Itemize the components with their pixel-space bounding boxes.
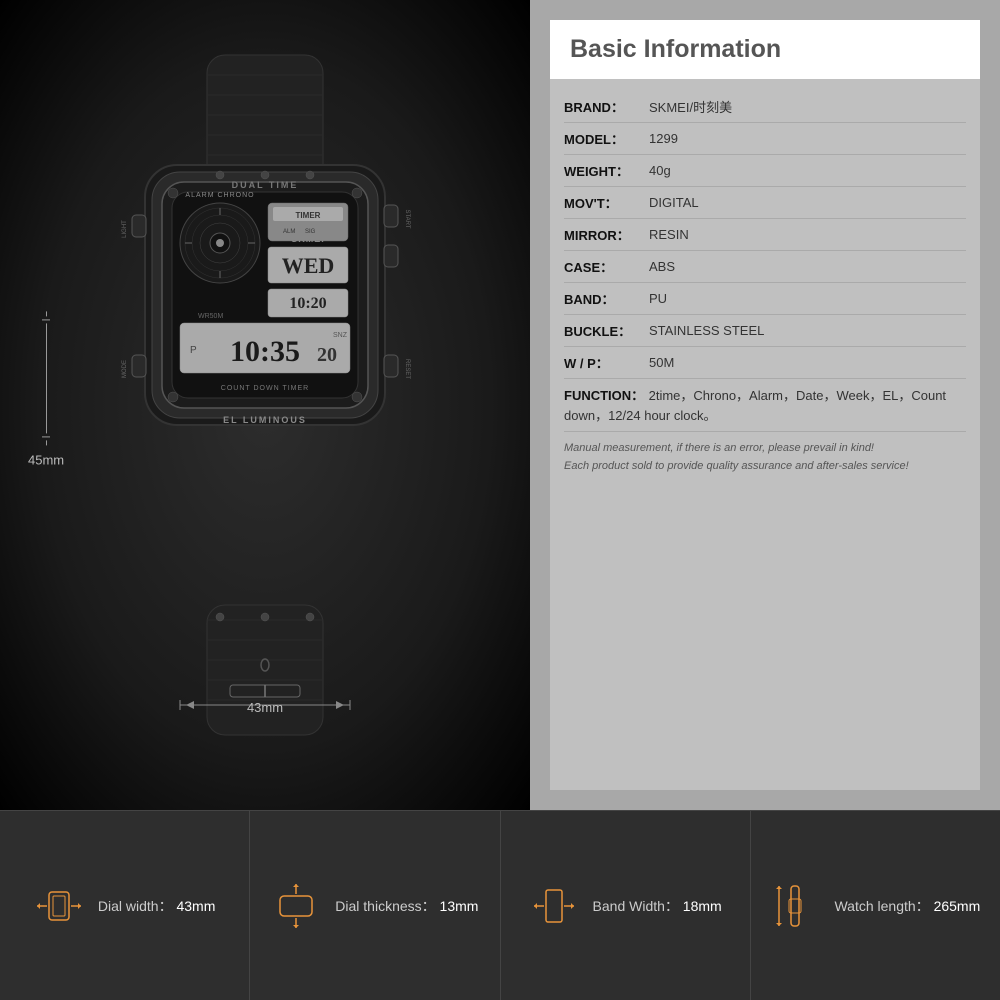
- dial-width-value: 43mm: [176, 898, 215, 914]
- function-row: FUNCTION： 2time，Chrono，Alarm，Date，Week，E…: [564, 379, 966, 432]
- svg-text:START: START: [404, 209, 410, 228]
- buckle-row: BUCKLE： STAINLESS STEEL: [564, 315, 966, 347]
- dial-thickness-label: Dial thickness：: [335, 898, 435, 914]
- note-line2: Each product sold to provide quality ass…: [564, 458, 966, 476]
- band-width-text: Band Width： 18mm: [593, 896, 722, 916]
- spec-dial-width: Dial width： 43mm: [0, 811, 250, 1000]
- band-value: PU: [649, 291, 667, 306]
- main-area: 45mm: [0, 0, 1000, 810]
- watch-length-label: Watch length：: [834, 898, 929, 914]
- spec-watch-length: Watch length： 265mm: [751, 811, 1000, 1000]
- info-rows: BRAND： SKMEI/时刻美 MODEL： 1299 WEIGHT： 40g…: [550, 91, 980, 790]
- wp-value: 50M: [649, 355, 674, 370]
- function-label: FUNCTION：: [564, 388, 644, 403]
- brand-row: BRAND： SKMEI/时刻美: [564, 91, 966, 123]
- band-width-value: 18mm: [683, 898, 722, 914]
- note-line1: Manual measurement, if there is an error…: [564, 440, 966, 458]
- svg-text:WR50M: WR50M: [198, 313, 223, 320]
- watch-length-value: 265mm: [934, 898, 981, 914]
- watch-illustration: TIMER ALM SIG WED 10:20 P 10:35: [90, 45, 440, 725]
- svg-text:EL LUMINOUS: EL LUMINOUS: [223, 415, 307, 425]
- wp-label: W / P：: [564, 353, 649, 372]
- brand-value: SKMEI/时刻美: [649, 97, 732, 116]
- page-container: 45mm: [0, 0, 1000, 1000]
- band-row: BAND： PU: [564, 283, 966, 315]
- dial-width-text: Dial width： 43mm: [98, 896, 216, 916]
- svg-text:20: 20: [317, 344, 337, 366]
- width-label: 43mm: [247, 700, 283, 715]
- wp-row: W / P： 50M: [564, 347, 966, 379]
- svg-text:RESET: RESET: [404, 359, 410, 379]
- height-dimension: 45mm: [28, 311, 64, 467]
- svg-text:SNZ: SNZ: [333, 332, 348, 339]
- height-label: 45mm: [28, 452, 64, 467]
- weight-value: 40g: [649, 163, 671, 178]
- svg-text:TIMER: TIMER: [296, 211, 321, 220]
- info-section: Basic Information BRAND： SKMEI/时刻美 MODEL…: [530, 0, 1000, 810]
- case-value: ABS: [649, 259, 675, 274]
- weight-label: WEIGHT：: [564, 161, 649, 180]
- svg-text:DUAL TIME: DUAL TIME: [232, 180, 299, 190]
- dial-thickness-text: Dial thickness： 13mm: [335, 896, 478, 916]
- svg-text:COUNT DOWN TIMER: COUNT DOWN TIMER: [221, 385, 309, 392]
- svg-text:10:35: 10:35: [230, 335, 300, 368]
- band-width-icon: [529, 881, 579, 931]
- case-label: CASE：: [564, 257, 649, 276]
- svg-text:ALARM CHRONO: ALARM CHRONO: [185, 192, 254, 199]
- movt-value: DIGITAL: [649, 195, 699, 210]
- brand-label: BRAND：: [564, 97, 649, 116]
- svg-text:10:20: 10:20: [289, 295, 326, 312]
- svg-text:MODE: MODE: [122, 360, 128, 378]
- model-row: MODEL： 1299: [564, 123, 966, 155]
- case-row: CASE： ABS: [564, 251, 966, 283]
- buckle-label: BUCKLE：: [564, 321, 649, 340]
- info-panel: Basic Information BRAND： SKMEI/时刻美 MODEL…: [550, 20, 980, 790]
- spec-band-width: Band Width： 18mm: [501, 811, 751, 1000]
- watch-section: 45mm: [0, 0, 530, 810]
- watch-length-text: Watch length： 265mm: [834, 896, 980, 916]
- buckle-value: STAINLESS STEEL: [649, 323, 764, 338]
- band-label: BAND：: [564, 289, 649, 308]
- watch-svg: TIMER ALM SIG WED 10:20 P 10:35: [90, 45, 440, 745]
- model-value: 1299: [649, 131, 678, 146]
- dial-thickness-icon: [271, 881, 321, 931]
- svg-text:P: P: [190, 345, 197, 356]
- watch-length-icon: [770, 881, 820, 931]
- info-note: Manual measurement, if there is an error…: [564, 432, 966, 483]
- mirror-value: RESIN: [649, 227, 689, 242]
- weight-row: WEIGHT： 40g: [564, 155, 966, 187]
- info-title-box: Basic Information: [550, 20, 980, 79]
- dial-width-label: Dial width：: [98, 898, 173, 914]
- dial-width-icon: [34, 881, 84, 931]
- dial-thickness-value: 13mm: [440, 898, 479, 914]
- specs-bar: Dial width： 43mm Dial thickness： 13mm: [0, 810, 1000, 1000]
- svg-text:SKMEI: SKMEI: [291, 234, 325, 244]
- info-title: Basic Information: [570, 35, 781, 63]
- svg-text:WED: WED: [282, 253, 335, 278]
- model-label: MODEL：: [564, 129, 649, 148]
- band-width-label: Band Width：: [593, 898, 679, 914]
- movt-row: MOV'T： DIGITAL: [564, 187, 966, 219]
- mirror-label: MIRROR：: [564, 225, 649, 244]
- mirror-row: MIRROR： RESIN: [564, 219, 966, 251]
- svg-text:LIGHT: LIGHT: [122, 220, 128, 238]
- spec-dial-thickness: Dial thickness： 13mm: [250, 811, 500, 1000]
- movt-label: MOV'T：: [564, 193, 649, 212]
